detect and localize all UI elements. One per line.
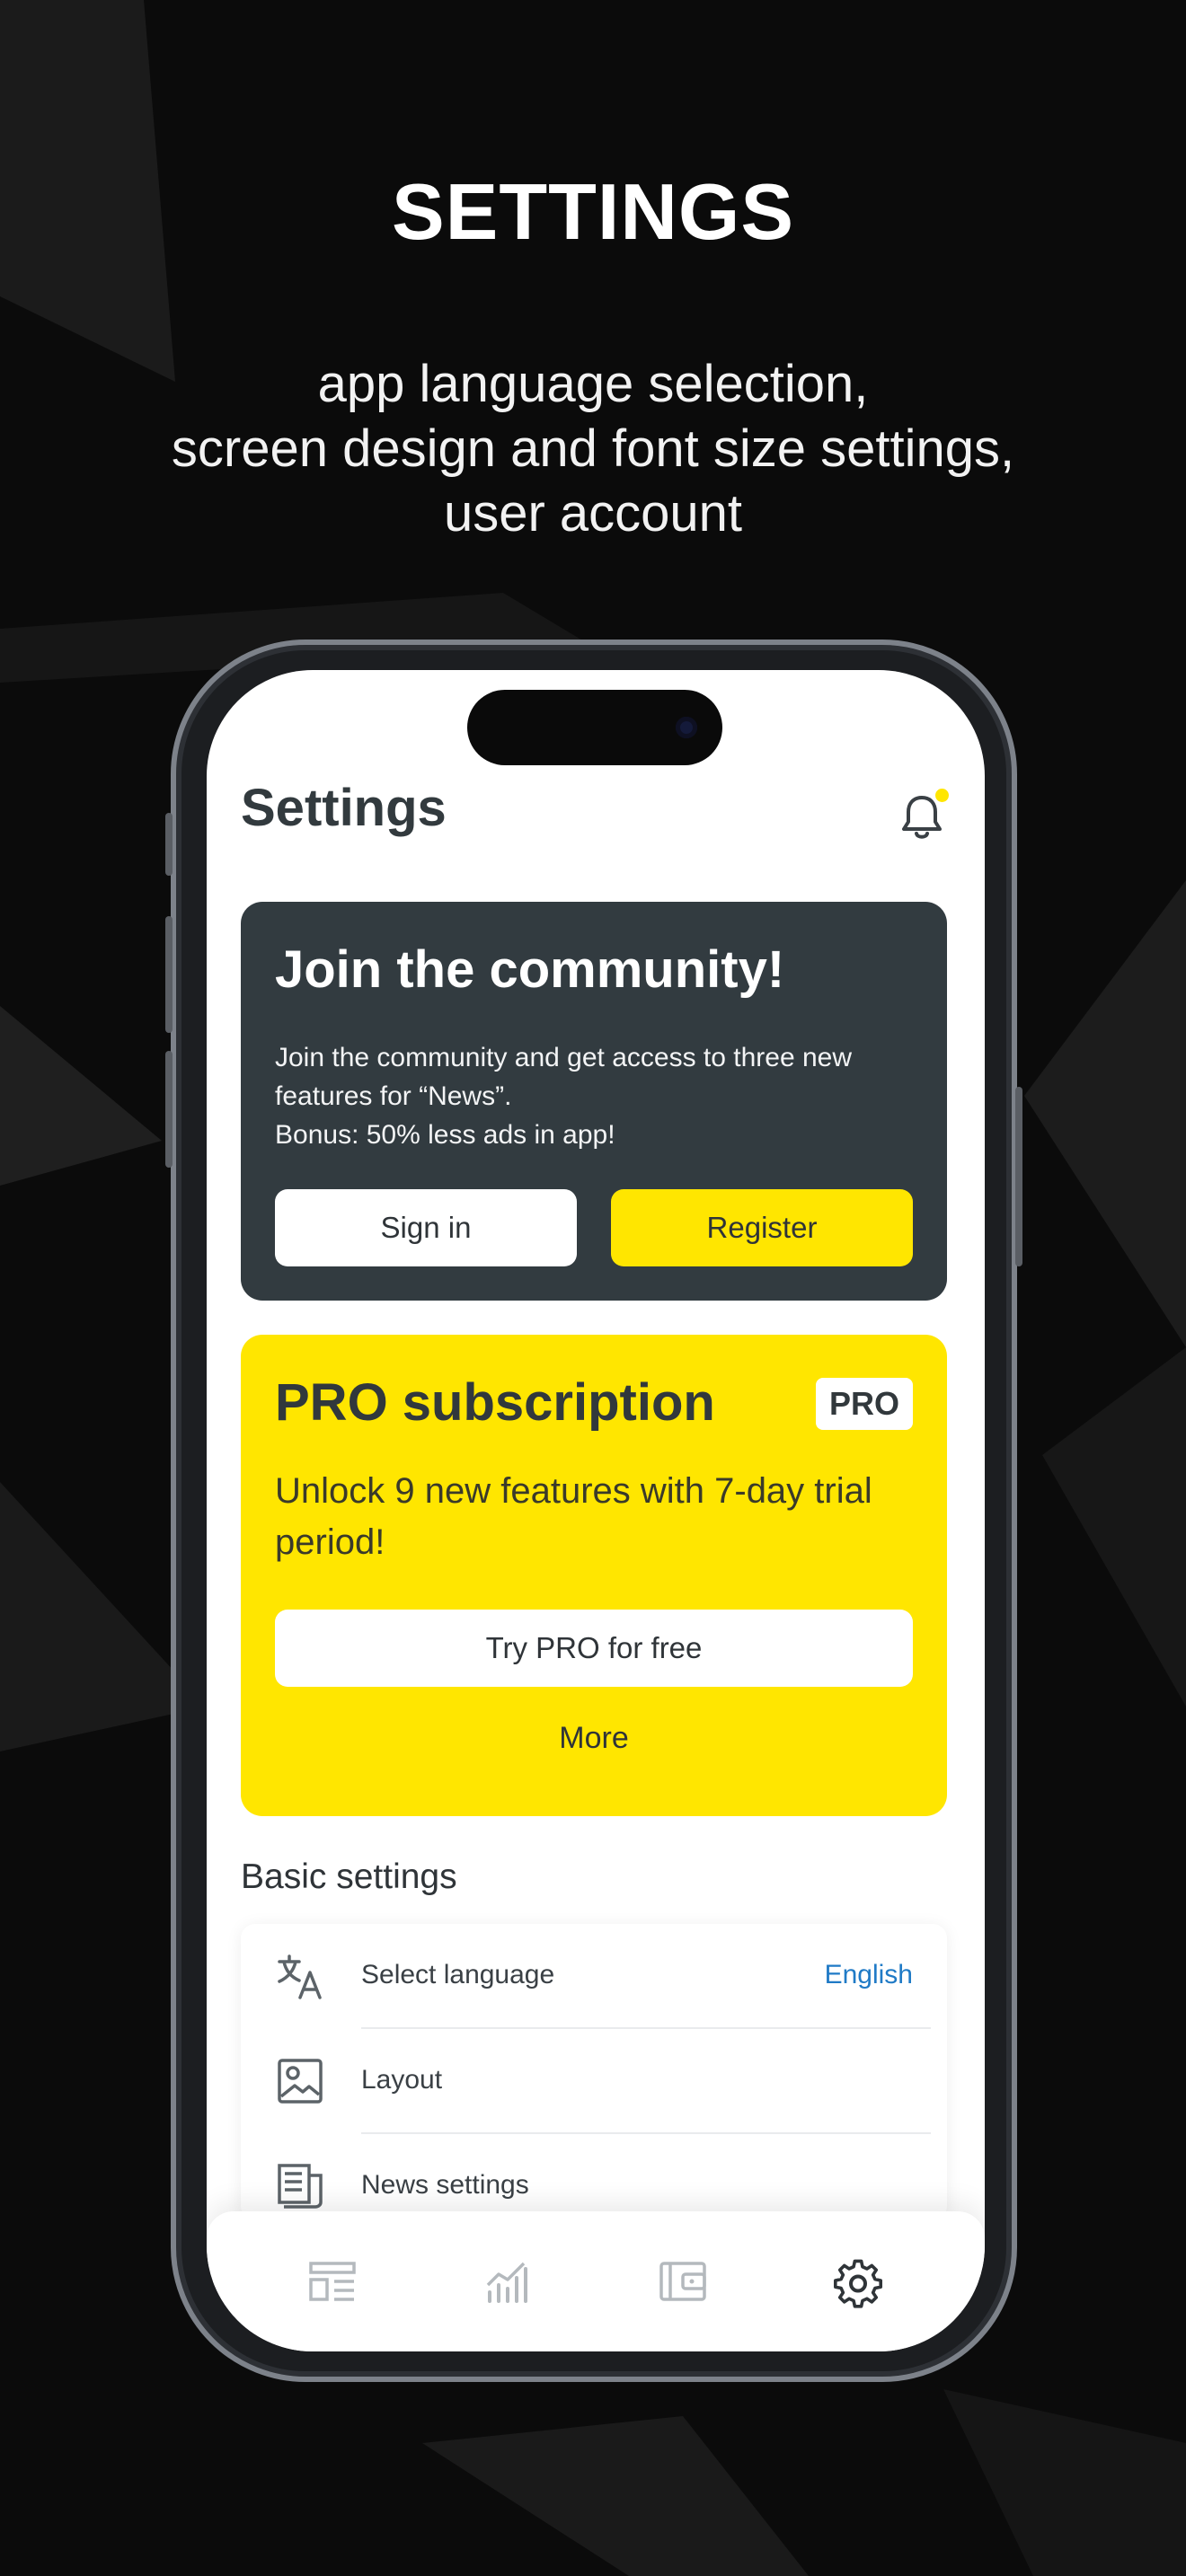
settings-row-layout[interactable]: Layout: [241, 2029, 947, 2134]
app-screen: Settings Join the community! Join the co…: [207, 670, 985, 2351]
community-card: Join the community! Join the community a…: [241, 902, 947, 1301]
wallet-icon: [659, 2262, 706, 2301]
image-icon: [278, 2059, 323, 2104]
layout-icon: [309, 2262, 356, 2301]
community-text-line: Bonus: 50% less ads in app!: [275, 1120, 615, 1150]
community-text: Join the community and get access to thr…: [275, 1038, 904, 1154]
community-text-line: Join the community and get access to thr…: [275, 1043, 853, 1072]
translate-icon: [278, 1954, 322, 1999]
pro-card: PRO subscription PRO Unlock 9 new featur…: [241, 1335, 947, 1816]
basic-settings-title: Basic settings: [241, 1857, 457, 1896]
community-text-line: features for “News”.: [275, 1081, 512, 1111]
news-icon: [278, 2164, 323, 2209]
pro-badge: PRO: [816, 1378, 913, 1430]
phone-side-button: [1015, 1087, 1022, 1266]
promo-subtitle: app language selection, screen design an…: [0, 352, 1186, 546]
camera-lens: [676, 717, 697, 738]
phone-side-button: [165, 916, 173, 1033]
chart-icon: [486, 2262, 527, 2303]
settings-row-label: News settings: [361, 2170, 529, 2200]
page-title: Settings: [241, 779, 447, 837]
tab-bar: [207, 2211, 985, 2351]
promo-subtitle-line: user account: [443, 484, 743, 543]
language-value: English: [824, 1960, 913, 1989]
pro-title: PRO subscription: [275, 1373, 715, 1432]
phone-side-button: [165, 813, 173, 876]
settings-row-label: Select language: [361, 1960, 555, 1989]
promo-title: SETTINGS: [391, 167, 795, 256]
try-pro-button[interactable]: Try PRO for free: [275, 1610, 913, 1687]
register-button[interactable]: Register: [611, 1189, 913, 1266]
sign-in-button[interactable]: Sign in: [275, 1189, 577, 1266]
tab-stats[interactable]: [481, 2254, 535, 2308]
tab-wallet[interactable]: [656, 2254, 710, 2308]
notifications-button[interactable]: [898, 789, 949, 842]
tab-settings[interactable]: [831, 2254, 885, 2308]
community-title: Join the community!: [275, 940, 785, 999]
dynamic-island: [467, 690, 722, 765]
settings-list: Select language English Layout News sett…: [241, 1924, 947, 2220]
promo-subtitle-line: screen design and font size settings,: [171, 419, 1015, 478]
tab-news[interactable]: [305, 2254, 359, 2308]
settings-row-language[interactable]: Select language English: [241, 1924, 947, 2029]
pro-text: Unlock 9 new features with 7-day trial p…: [275, 1471, 872, 1562]
phone-side-button: [165, 1051, 173, 1168]
notification-dot: [935, 789, 949, 802]
more-link[interactable]: More: [241, 1721, 947, 1756]
promo-subtitle-line: app language selection,: [317, 355, 869, 413]
settings-row-label: Layout: [361, 2065, 443, 2095]
gear-icon: [834, 2259, 883, 2308]
